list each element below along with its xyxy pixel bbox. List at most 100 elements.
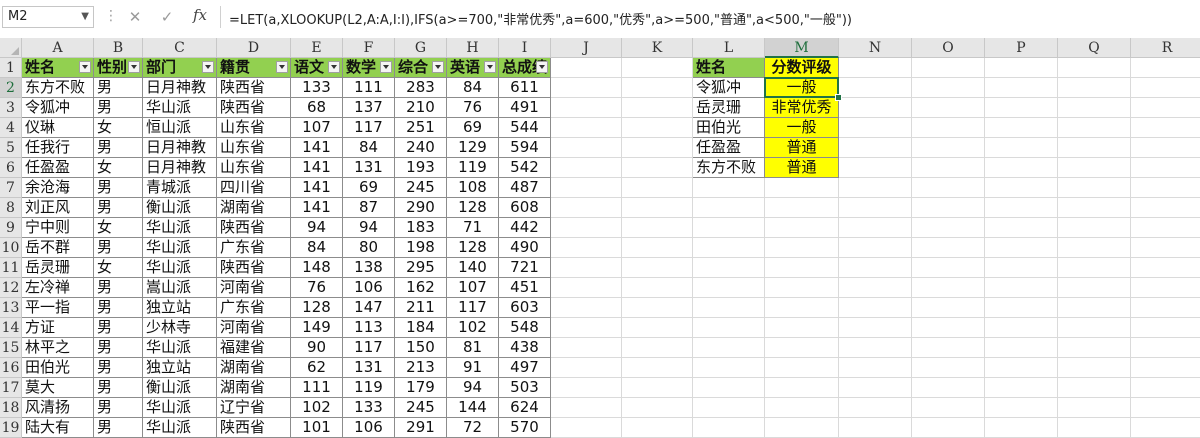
grid-cell[interactable] [551, 238, 622, 258]
row-header-3[interactable]: 3 [0, 98, 22, 118]
grid-cell[interactable] [622, 78, 693, 98]
table-header-cell[interactable]: 综合 [395, 58, 447, 78]
table-cell[interactable]: 男 [94, 278, 143, 298]
grid-cell[interactable] [985, 418, 1058, 438]
column-header-i[interactable]: I [499, 38, 551, 58]
grid-cell[interactable] [1058, 398, 1131, 418]
table-cell[interactable]: 日月神教 [143, 78, 217, 98]
table-cell[interactable]: 213 [395, 358, 447, 378]
table-cell[interactable]: 男 [94, 138, 143, 158]
table-cell[interactable]: 华山派 [143, 218, 217, 238]
table-cell[interactable]: 陕西省 [217, 258, 291, 278]
grid-cell[interactable] [622, 218, 693, 238]
table-cell[interactable]: 438 [499, 338, 551, 358]
table-cell[interactable]: 山东省 [217, 118, 291, 138]
grid-cell[interactable] [839, 198, 912, 218]
grid-cell[interactable] [1058, 418, 1131, 438]
grid-cell[interactable] [912, 98, 985, 118]
grid-cell[interactable] [985, 58, 1058, 78]
table-cell[interactable]: 河南省 [217, 318, 291, 338]
row-header-9[interactable]: 9 [0, 218, 22, 238]
table-cell[interactable]: 华山派 [143, 98, 217, 118]
grid-cell[interactable] [1058, 158, 1131, 178]
grid-cell[interactable] [765, 278, 839, 298]
grid-cell[interactable] [765, 318, 839, 338]
table-cell[interactable]: 华山派 [143, 258, 217, 278]
table-cell[interactable]: 方证 [22, 318, 94, 338]
grid-cell[interactable] [551, 138, 622, 158]
table-cell[interactable]: 84 [291, 238, 343, 258]
table-cell[interactable]: 107 [291, 118, 343, 138]
table-cell[interactable]: 497 [499, 358, 551, 378]
grid-cell[interactable] [912, 178, 985, 198]
table-cell[interactable]: 291 [395, 418, 447, 438]
grid-cell[interactable] [693, 318, 765, 338]
grid-cell[interactable] [1131, 158, 1200, 178]
row-header-17[interactable]: 17 [0, 378, 22, 398]
column-header-c[interactable]: C [143, 38, 217, 58]
grid-cell[interactable] [839, 238, 912, 258]
grid-cell[interactable] [551, 98, 622, 118]
table-cell[interactable]: 90 [291, 338, 343, 358]
filter-dropdown-icon[interactable] [276, 61, 288, 73]
grid-cell[interactable] [622, 238, 693, 258]
column-header-g[interactable]: G [395, 38, 447, 58]
table-cell[interactable]: 624 [499, 398, 551, 418]
grid-cell[interactable] [839, 78, 912, 98]
grid-cell[interactable] [622, 118, 693, 138]
table-cell[interactable]: 150 [395, 338, 447, 358]
row-header-14[interactable]: 14 [0, 318, 22, 338]
table-cell[interactable]: 男 [94, 418, 143, 438]
table-cell[interactable]: 162 [395, 278, 447, 298]
table-cell[interactable]: 283 [395, 78, 447, 98]
row-header-16[interactable]: 16 [0, 358, 22, 378]
table-cell[interactable]: 嵩山派 [143, 278, 217, 298]
filter-dropdown-icon[interactable] [432, 61, 444, 73]
table-cell[interactable]: 141 [291, 198, 343, 218]
chevron-down-icon[interactable]: ▼ [81, 11, 89, 22]
grid-cell[interactable] [839, 318, 912, 338]
grid-cell[interactable] [839, 218, 912, 238]
table-cell[interactable]: 119 [447, 158, 499, 178]
grid-cell[interactable] [1131, 178, 1200, 198]
grid-cell[interactable] [622, 138, 693, 158]
table-cell[interactable]: 日月神教 [143, 138, 217, 158]
column-header-p[interactable]: P [985, 38, 1058, 58]
table-cell[interactable]: 84 [447, 78, 499, 98]
grid-cell[interactable] [551, 338, 622, 358]
table-cell[interactable]: 男 [94, 358, 143, 378]
row-header-8[interactable]: 8 [0, 198, 22, 218]
grid-cell[interactable] [1058, 338, 1131, 358]
grid-cell[interactable] [1058, 378, 1131, 398]
grid-cell[interactable] [912, 198, 985, 218]
table-header-cell[interactable]: 语文 [291, 58, 343, 78]
grid-cell[interactable] [985, 378, 1058, 398]
row-header-18[interactable]: 18 [0, 398, 22, 418]
row-header-2[interactable]: 2 [0, 78, 22, 98]
filter-dropdown-icon[interactable] [202, 61, 214, 73]
grid-cell[interactable] [693, 278, 765, 298]
table-cell[interactable]: 245 [395, 398, 447, 418]
table-cell[interactable]: 451 [499, 278, 551, 298]
grid-cell[interactable] [985, 238, 1058, 258]
grid-cell[interactable] [765, 398, 839, 418]
column-header-o[interactable]: O [912, 38, 985, 58]
table-cell[interactable]: 风清扬 [22, 398, 94, 418]
grid-cell[interactable] [622, 318, 693, 338]
grid-cell[interactable] [622, 198, 693, 218]
table-cell[interactable]: 117 [343, 338, 395, 358]
table-cell[interactable]: 570 [499, 418, 551, 438]
table-cell[interactable]: 133 [291, 78, 343, 98]
select-all-button[interactable] [0, 38, 22, 58]
cancel-icon[interactable]: ✕ [124, 6, 146, 28]
grid-cell[interactable] [765, 198, 839, 218]
table-header-cell[interactable]: 总成绩 [499, 58, 551, 78]
table-cell[interactable]: 独立站 [143, 298, 217, 318]
table-cell[interactable]: 余沧海 [22, 178, 94, 198]
grid-cell[interactable] [839, 398, 912, 418]
table-cell[interactable]: 108 [447, 178, 499, 198]
table-cell[interactable]: 辽宁省 [217, 398, 291, 418]
grid-cell[interactable] [912, 218, 985, 238]
grid-cell[interactable] [765, 358, 839, 378]
table-cell[interactable]: 田伯光 [22, 358, 94, 378]
